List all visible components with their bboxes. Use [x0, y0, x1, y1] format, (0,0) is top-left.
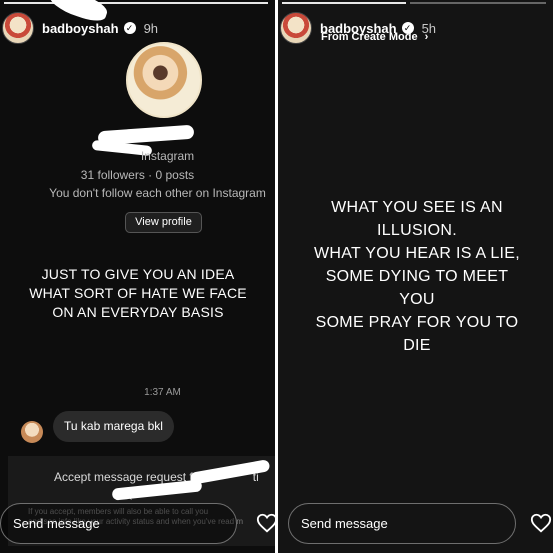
caption-line: ILLUSION. [376, 222, 458, 239]
send-message-input[interactable]: Send message [0, 503, 237, 544]
avatar[interactable] [280, 12, 312, 44]
caption-line: WHAT YOU SEE IS AN [331, 199, 503, 216]
caption-line: SOME DYING TO MEET [325, 268, 509, 285]
story-header: badboyshah ✓ 9h [2, 12, 158, 44]
caption-line: YOU [399, 291, 435, 308]
left-story-panel: badboyshah ✓ 9h Instagram 31 followers ·… [0, 0, 275, 553]
caption-line: DIE [403, 337, 431, 354]
story-time: 9h [143, 20, 159, 36]
message-bubble: Tu kab marega bkl [53, 411, 174, 442]
dm-profile-picture [126, 42, 202, 118]
dm-timestamp: 1:37 AM [144, 387, 181, 398]
heart-icon[interactable] [530, 512, 552, 534]
caption-line: WHAT YOU HEAR IS A LIE, [313, 245, 521, 262]
verified-badge-icon: ✓ [123, 22, 136, 34]
chevron-right-icon: › [424, 31, 429, 43]
dm-source-label: Instagram [140, 149, 195, 163]
caption-line: SOME PRAY FOR YOU TO [315, 314, 519, 331]
story-progress-bar [282, 2, 406, 4]
heart-icon[interactable] [256, 512, 275, 534]
sender-avatar [21, 421, 43, 443]
story-caption: WHAT YOU SEE IS AN ILLUSION. WHAT YOU HE… [286, 196, 548, 357]
dm-follow-status: You don't follow each other on Instagram [49, 186, 266, 200]
create-mode-link[interactable]: From Create Mode › [321, 31, 428, 43]
send-message-input[interactable]: Send message [288, 503, 516, 544]
create-mode-label: From Create Mode [321, 31, 418, 43]
avatar[interactable] [2, 12, 34, 44]
dm-stats: 31 followers · 0 posts [80, 168, 195, 182]
view-profile-button[interactable]: View profile [125, 212, 202, 233]
story-progress-bar [4, 2, 268, 4]
story-progress-bar [410, 2, 546, 4]
right-story-panel: badboyshah ✓ 5h From Create Mode › WHAT … [278, 0, 553, 553]
username[interactable]: badboyshah [42, 21, 119, 36]
story-caption: JUST TO GIVE YOU AN IDEA WHAT SORT OF HA… [29, 266, 247, 320]
